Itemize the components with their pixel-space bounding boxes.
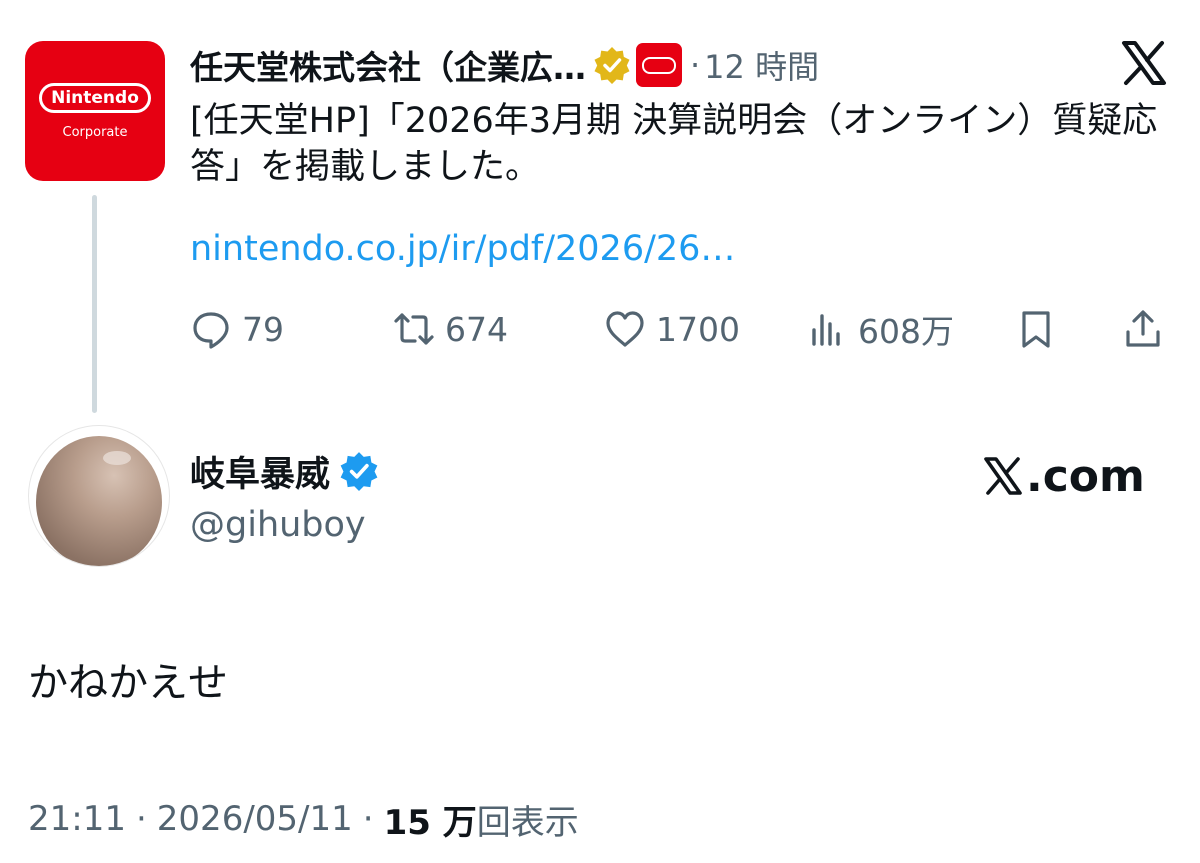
user-display-name[interactable]: 岐阜暴威 bbox=[190, 446, 330, 497]
dot-separator: · bbox=[135, 799, 147, 839]
quoted-tweet-text: [任天堂HP]「2026年3月期 決算説明会（オンライン）質疑応答」を掲載しまし… bbox=[190, 101, 1158, 187]
tweet-views-label: 回表示 bbox=[476, 802, 579, 843]
nintendo-logo-subtext: Corporate bbox=[62, 124, 128, 140]
tweet-meta-row: 21:11 · 2026/05/11 · 15 万 回表示 bbox=[28, 793, 579, 845]
x-com-watermark: .com bbox=[982, 448, 1145, 504]
gold-verified-badge-icon bbox=[594, 47, 630, 84]
blue-verified-badge-icon bbox=[340, 452, 378, 491]
tweet-date[interactable]: 2026/05/11 bbox=[157, 799, 353, 839]
quoted-tweet-header: 任天堂株式会社（企業広… · 12 時間 bbox=[190, 38, 819, 92]
bookmark-icon bbox=[1022, 311, 1050, 348]
views-icon bbox=[812, 314, 840, 346]
thread-connector-line bbox=[92, 195, 97, 413]
user-avatar[interactable] bbox=[28, 425, 170, 567]
share-button[interactable] bbox=[1122, 305, 1164, 353]
tweet-views-count: 15 万 bbox=[383, 802, 477, 843]
x-logo-icon bbox=[984, 457, 1022, 495]
x-com-label: .com bbox=[1026, 450, 1145, 502]
reply-icon bbox=[193, 312, 229, 349]
quoted-tweet-link[interactable]: nintendo.co.jp/ir/pdf/2026/26… bbox=[190, 226, 735, 272]
reply-button[interactable]: 79 bbox=[190, 305, 284, 353]
nintendo-avatar[interactable]: Nintendo Corporate bbox=[25, 41, 165, 181]
retweet-button[interactable]: 674 bbox=[393, 305, 508, 353]
dot-separator: · bbox=[362, 799, 374, 839]
x-logo-icon bbox=[1122, 41, 1166, 85]
like-button[interactable]: 1700 bbox=[604, 305, 740, 353]
dot-separator: · bbox=[690, 46, 701, 84]
quoted-display-name[interactable]: 任天堂株式会社（企業広… bbox=[190, 41, 586, 89]
views-count: 608万 bbox=[858, 312, 954, 351]
tweet-text: かねかえせ bbox=[28, 660, 228, 706]
share-icon bbox=[1126, 310, 1160, 347]
quoted-tweet-time[interactable]: 12 時間 bbox=[704, 42, 819, 88]
bookmark-button[interactable] bbox=[1015, 305, 1057, 353]
retweet-icon bbox=[394, 313, 434, 345]
user-name-row: 岐阜暴威 bbox=[190, 443, 380, 499]
retweet-count: 674 bbox=[445, 309, 508, 349]
bald-head-avatar-image bbox=[36, 436, 162, 566]
reply-count: 79 bbox=[242, 309, 284, 349]
user-handle[interactable]: @gihuboy bbox=[190, 505, 366, 545]
like-count: 1700 bbox=[656, 309, 740, 349]
nintendo-logo: Nintendo bbox=[39, 82, 151, 113]
tweet-time[interactable]: 21:11 bbox=[28, 799, 126, 839]
like-icon bbox=[606, 311, 644, 347]
nintendo-affiliate-badge-icon bbox=[636, 43, 682, 87]
views-button[interactable]: 608万 bbox=[806, 305, 954, 353]
